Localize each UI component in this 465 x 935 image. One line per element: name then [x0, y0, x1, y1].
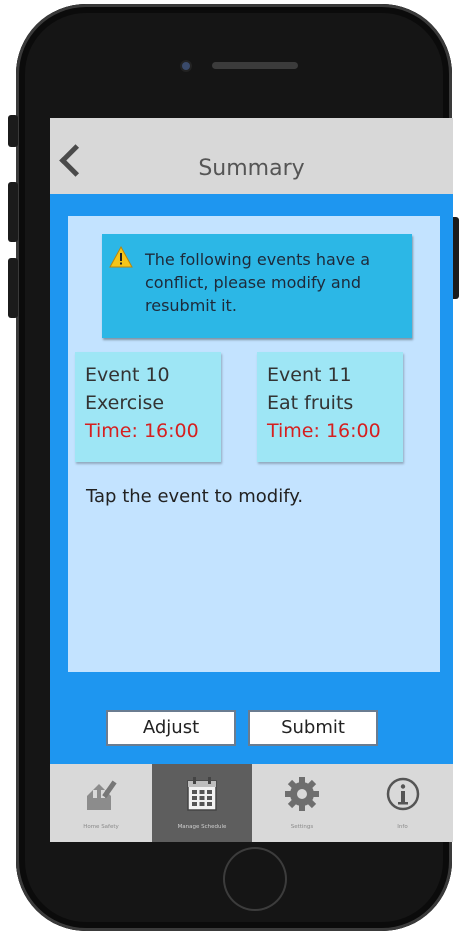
event-activity: Eat fruits: [267, 392, 354, 414]
tab-label: Manage Schedule: [177, 824, 227, 830]
volume-down-button: [8, 258, 18, 318]
event-name: Event 11: [267, 364, 352, 386]
tab-info[interactable]: Info: [352, 764, 453, 842]
page-title: Summary: [198, 156, 305, 181]
content-area: The following events have a conflict, pl…: [50, 194, 453, 764]
tab-manage-schedule[interactable]: Manage Schedule: [152, 764, 252, 842]
home-safety-icon: [87, 780, 117, 810]
earpiece-speaker: [212, 62, 298, 69]
tab-label: Settings: [290, 824, 314, 830]
volume-up-button: [8, 182, 18, 242]
event-card[interactable]: Event 11 Eat fruits Time: 16:00: [257, 352, 403, 462]
front-camera: [182, 62, 190, 70]
bottom-tab-bar: Home Safety Manage Schedule Settings Inf…: [50, 764, 453, 842]
summary-panel: The following events have a conflict, pl…: [68, 216, 440, 672]
event-time: Time: 16:00: [85, 420, 199, 442]
adjust-button[interactable]: Adjust: [106, 710, 236, 746]
top-bar: Summary: [50, 118, 453, 194]
event-card[interactable]: Event 10 Exercise Time: 16:00: [75, 352, 221, 462]
conflict-warning: The following events have a conflict, pl…: [102, 234, 412, 338]
gear-icon: [285, 777, 319, 811]
info-icon: [386, 777, 419, 811]
warning-text: The following events have a conflict, pl…: [145, 250, 370, 315]
instruction-text: Tap the event to modify.: [86, 486, 304, 507]
calendar-icon: [187, 777, 217, 811]
event-time: Time: 16:00: [267, 420, 381, 442]
home-button[interactable]: [223, 847, 287, 911]
tab-label: Home Safety: [83, 824, 119, 830]
tab-label: Info: [397, 824, 408, 830]
event-activity: Exercise: [85, 392, 165, 414]
submit-button[interactable]: Submit: [248, 710, 378, 746]
tab-home-safety[interactable]: Home Safety: [50, 764, 152, 842]
app-screen: Summary The following events have a conf…: [50, 118, 453, 842]
warning-icon: [109, 246, 133, 268]
silent-switch: [8, 115, 18, 147]
tab-settings[interactable]: Settings: [252, 764, 352, 842]
event-name: Event 10: [85, 364, 170, 386]
